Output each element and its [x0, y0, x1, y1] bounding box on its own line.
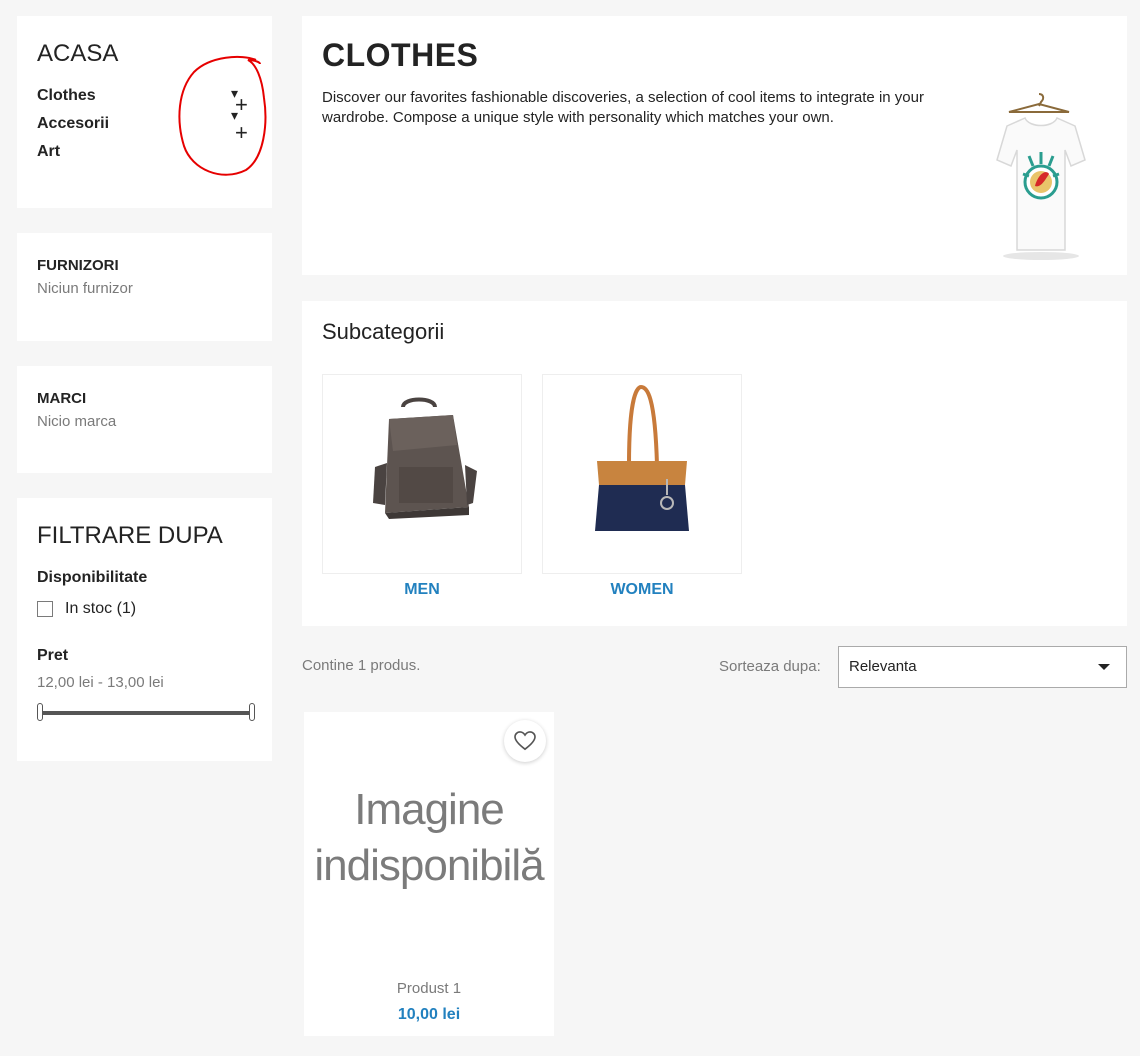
facet-in-stock-option[interactable]: In stoc (1) — [37, 600, 252, 618]
suppliers-block: FURNIZORI Niciun furnizor — [17, 233, 272, 341]
category-item-accesorii[interactable]: Accesorii — [37, 114, 252, 142]
category-tree-title[interactable]: ACASA — [37, 40, 252, 68]
subcategory-women-link[interactable]: WOMEN — [542, 581, 742, 599]
brands-empty-text: Nicio marca — [37, 413, 117, 430]
subcategory-women-image[interactable] — [542, 374, 742, 574]
suppliers-empty-text: Niciun furnizor — [37, 280, 133, 297]
price-slider-track[interactable] — [41, 711, 251, 715]
category-item-clothes[interactable]: Clothes — [37, 86, 252, 114]
image-unavailable-placeholder[interactable]: Imagine indisponibilă — [304, 782, 554, 894]
brands-title[interactable]: MARCI — [37, 390, 252, 408]
category-item-art[interactable]: Art — [37, 142, 252, 170]
in-stock-checkbox[interactable] — [37, 601, 53, 617]
tote-bag-image — [595, 384, 689, 531]
filters-title: FILTRARE DUPA — [37, 522, 223, 549]
page-title: CLOTHES — [322, 37, 479, 73]
price-slider[interactable] — [37, 703, 255, 723]
subcategories-block: Subcategorii MEN WOMEN — [302, 301, 1127, 626]
product-card[interactable]: Imagine indisponibilă Produst 1 10,00 le… — [304, 712, 554, 1036]
subcategories-title: Subcategorii — [322, 319, 445, 344]
price-range-text: 12,00 lei - 13,00 lei — [37, 674, 164, 691]
category-description: Discover our favorites fashionable disco… — [322, 89, 924, 126]
placeholder-line-1: Imagine — [354, 785, 505, 834]
backpack-image — [373, 397, 477, 519]
product-name[interactable]: Produst 1 — [304, 980, 554, 997]
product-price: 10,00 lei — [397, 1006, 461, 1023]
subcategory-men-link[interactable]: MEN — [322, 581, 522, 599]
category-tree-block: ACASA Clothes Accesorii Art ▾ + ▾ + — [17, 16, 272, 208]
suppliers-title[interactable]: FURNIZORI — [37, 257, 252, 275]
sort-by-value[interactable]: Relevanta — [849, 658, 917, 675]
caret-down-icon[interactable] — [1098, 664, 1110, 670]
category-tree-list: Clothes Accesorii Art — [37, 86, 252, 170]
tshirt-image — [996, 93, 1086, 260]
facet-availability-title: Disponibilitate — [37, 569, 148, 586]
subcategory-men-image[interactable] — [322, 374, 522, 574]
in-stock-label[interactable]: In stoc (1) — [65, 600, 136, 618]
facet-price-title: Pret — [37, 647, 69, 664]
filters-block: FILTRARE DUPA Disponibilitate In stoc (1… — [17, 498, 272, 761]
price-slider-max-handle[interactable] — [249, 703, 255, 721]
sort-by-label: Sorteaza dupa: — [719, 658, 821, 675]
category-header: CLOTHES Discover our favorites fashionab… — [302, 16, 1127, 275]
plus-icon[interactable]: + — [235, 122, 248, 144]
price-slider-min-handle[interactable] — [37, 703, 43, 721]
placeholder-line-2: indisponibilă — [314, 841, 544, 890]
sort-by-dropdown[interactable]: Relevanta — [838, 646, 1127, 688]
wishlist-button[interactable] — [504, 720, 546, 762]
product-count-text: Contine 1 produs. — [302, 657, 421, 674]
heart-icon — [514, 731, 536, 751]
brands-block: MARCI Nicio marca — [17, 366, 272, 473]
